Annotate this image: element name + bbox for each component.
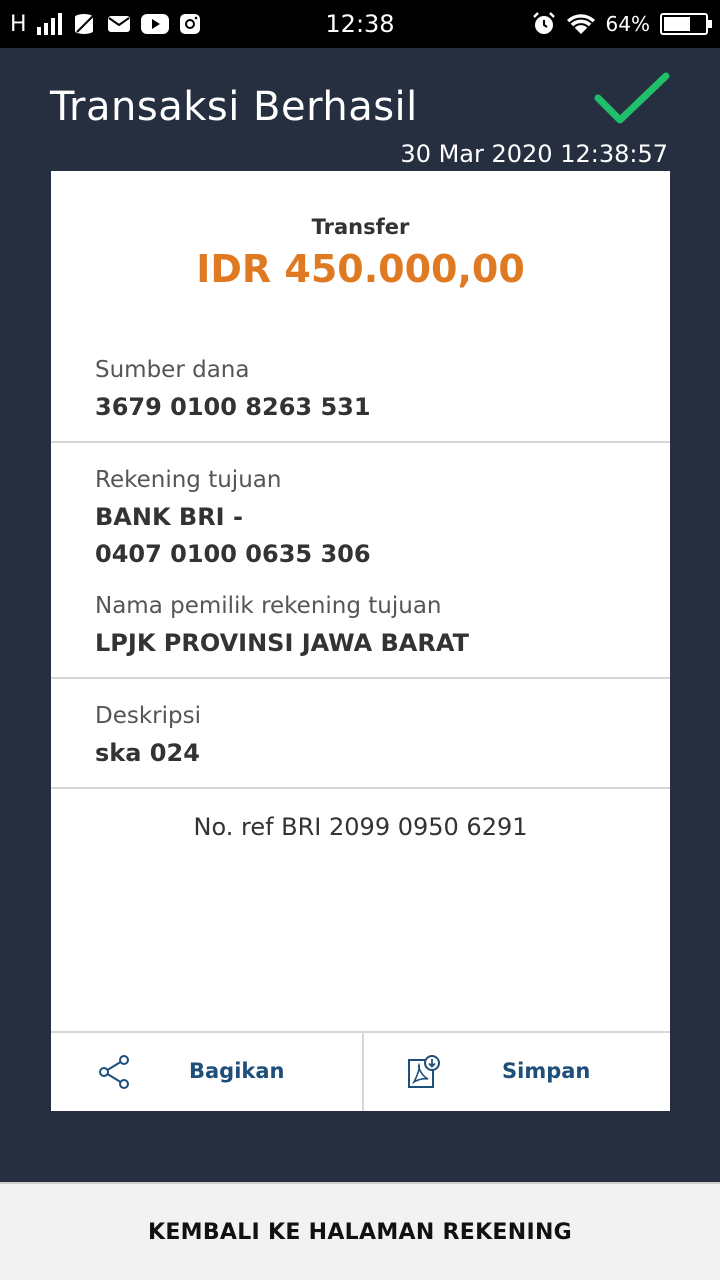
success-check-icon — [594, 72, 670, 124]
source-label: Sumber dana — [95, 357, 250, 383]
transaction-type: Transfer — [311, 215, 410, 239]
receipt-card: Transfer IDR 450.000,00 Sumber dana 3679… — [51, 171, 670, 1111]
save-button[interactable]: Simpan — [364, 1033, 670, 1111]
battery-percent: 64% — [605, 12, 650, 36]
status-bar: H 12:38 64% — [0, 0, 720, 48]
wifi-icon — [566, 14, 595, 34]
description-label: Deskripsi — [95, 703, 201, 729]
pdf-download-icon — [408, 1055, 440, 1088]
battery-level — [664, 17, 690, 31]
page-title: Transaksi Berhasil — [50, 84, 418, 130]
transaction-datetime: 30 Mar 2020 12:38:57 — [400, 140, 668, 168]
receipt-actions: Bagikan Simpan — [51, 1031, 670, 1111]
divider — [51, 677, 670, 679]
share-icon — [99, 1055, 129, 1089]
back-to-account-label: KEMBALI KE HALAMAN REKENING — [147, 1220, 573, 1245]
destination-account: 0407 0100 0635 306 — [95, 540, 371, 568]
back-to-account-button[interactable]: KEMBALI KE HALAMAN REKENING — [0, 1182, 720, 1280]
source-account: 3679 0100 8263 531 — [95, 393, 371, 421]
destination-bank: BANK BRI - — [95, 503, 243, 531]
share-label: Bagikan — [189, 1059, 285, 1083]
destination-label: Rekening tujuan — [95, 467, 282, 493]
alarm-icon — [532, 12, 555, 34]
divider — [51, 787, 670, 789]
divider — [51, 441, 670, 443]
owner-label: Nama pemilik rekening tujuan — [95, 593, 442, 619]
reference-number: No. ref BRI 2099 0950 6291 — [193, 813, 528, 841]
share-button[interactable]: Bagikan — [51, 1033, 362, 1111]
owner-name: LPJK PROVINSI JAWA BARAT — [95, 629, 469, 657]
description-value: ska 024 — [95, 739, 200, 767]
status-right-icons: 64% — [532, 10, 712, 38]
save-label: Simpan — [502, 1059, 591, 1083]
transaction-amount: IDR 450.000,00 — [196, 247, 525, 291]
battery-icon — [660, 13, 712, 35]
